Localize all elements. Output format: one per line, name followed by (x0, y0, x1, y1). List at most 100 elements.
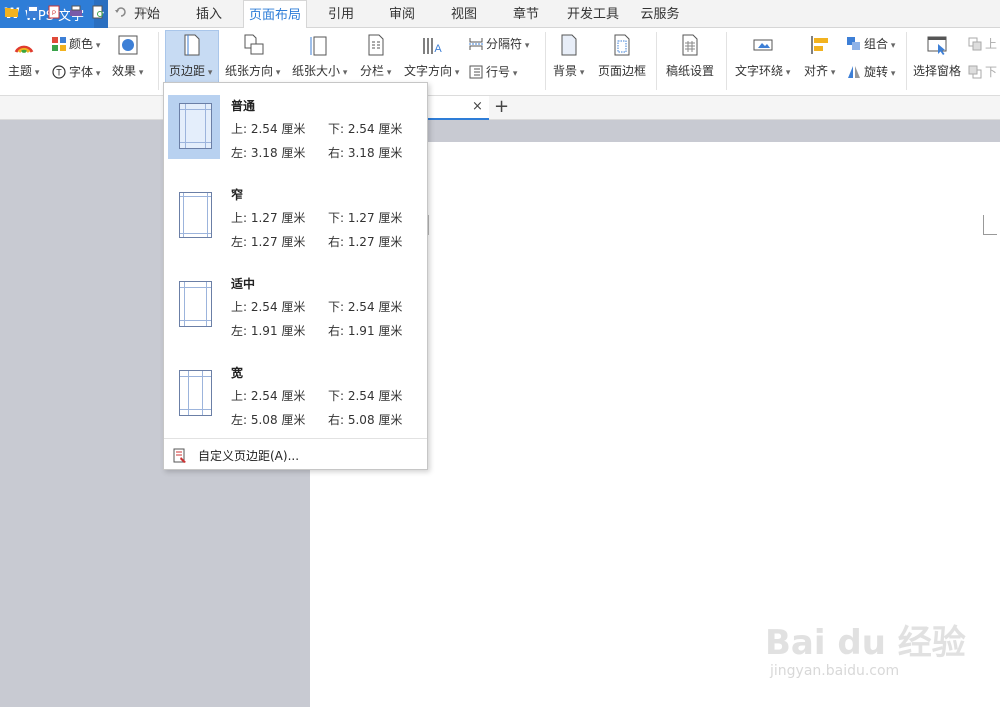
effect-button[interactable]: 效果 (112, 34, 143, 79)
orientation-icon (244, 34, 264, 55)
add-tab-icon[interactable]: + (494, 96, 509, 117)
print-icon[interactable] (69, 5, 83, 19)
text-direction-button[interactable]: A 文字方向 (404, 34, 459, 79)
ribbon-divider (656, 32, 657, 90)
page-border-button[interactable]: 页面边框 (598, 34, 646, 79)
margin-option-title: 适中 (231, 277, 256, 291)
svg-text:P: P (52, 11, 56, 17)
theme-button[interactable]: 主题 (8, 34, 39, 79)
group-icon (847, 36, 860, 50)
page-border-label: 页面边框 (598, 64, 647, 78)
margin-preview (168, 273, 220, 337)
tab-references[interactable]: 引用 (317, 0, 365, 28)
margin-right-value: 右: 1.91 厘米 (328, 324, 403, 338)
page-thumbnail-icon (179, 192, 212, 238)
background-label: 背景 (553, 62, 584, 79)
page-thumbnail-icon (179, 370, 212, 416)
margin-option-moderate[interactable]: 适中 上: 2.54 厘米 下: 2.54 厘米 左: 1.91 厘米 右: 1… (164, 261, 427, 349)
margins-dropdown-menu: 普通 上: 2.54 厘米 下: 2.54 厘米 左: 3.18 厘米 右: 3… (163, 82, 428, 470)
margins-icon (184, 34, 200, 56)
custom-margins-item[interactable]: 自定义页边距(A)... (172, 447, 299, 464)
margin-option-title: 窄 (231, 188, 244, 202)
ribbon-divider (726, 32, 727, 90)
margins-button[interactable]: 页边距 (169, 34, 212, 79)
effect-label: 效果 (112, 62, 143, 79)
orientation-button[interactable]: 纸张方向 (225, 34, 280, 79)
color-palette-icon (52, 36, 66, 51)
margin-right-value: 右: 3.18 厘米 (328, 146, 403, 160)
watermark-logo: Bai du 经验 (765, 623, 966, 663)
send-backward-icon (968, 65, 982, 78)
manuscript-button[interactable]: 稿纸设置 (666, 34, 714, 79)
margin-option-wide[interactable]: 宽 上: 2.54 厘米 下: 2.54 厘米 左: 5.08 厘米 右: 5.… (164, 350, 427, 438)
tab-sections[interactable]: 章节 (502, 0, 550, 28)
margin-preview (168, 184, 220, 248)
effect-icon (118, 35, 138, 55)
rotate-button[interactable]: 旋转 (847, 63, 895, 80)
page-border-icon (614, 34, 630, 56)
redo-icon[interactable] (137, 5, 151, 19)
margin-left-value: 左: 3.18 厘米 (231, 146, 306, 160)
print-preview-icon[interactable] (91, 5, 105, 19)
columns-button[interactable]: 分栏 (360, 34, 391, 79)
page-break-icon (469, 37, 483, 50)
margin-top-value: 上: 2.54 厘米 (231, 122, 306, 136)
manuscript-grid-icon (682, 34, 698, 56)
margin-top-value: 上: 2.54 厘米 (231, 389, 306, 403)
text-wrap-button[interactable]: 文字环绕 (735, 34, 790, 79)
margin-left-value: 左: 1.91 厘米 (231, 324, 306, 338)
breaks-button[interactable]: 分隔符 (469, 35, 529, 52)
text-wrap-icon (753, 39, 773, 51)
margin-option-title: 普通 (231, 99, 256, 113)
align-icon (810, 36, 828, 54)
margin-preview (168, 95, 220, 159)
margin-left-value: 左: 1.27 厘米 (231, 235, 306, 249)
tab-developer[interactable]: 开发工具 (562, 0, 624, 28)
tab-insert[interactable]: 插入 (184, 0, 234, 28)
ribbon-divider (545, 32, 546, 90)
svg-text:T: T (56, 67, 62, 77)
send-backward-button[interactable]: 下 (968, 63, 997, 80)
margin-option-title: 宽 (231, 366, 244, 380)
margin-right-value: 右: 1.27 厘米 (328, 235, 403, 249)
bring-forward-button[interactable]: 上 (968, 35, 997, 52)
color-label: 颜色 (69, 35, 100, 52)
background-icon (561, 34, 577, 56)
margins-label: 页边距 (169, 62, 212, 79)
color-button[interactable]: 颜色 (52, 35, 100, 52)
tab-page-layout[interactable]: 页面布局 (243, 0, 307, 29)
paper-size-button[interactable]: 纸张大小 (292, 34, 347, 79)
breaks-label: 分隔符 (486, 35, 529, 52)
text-direction-icon: A (422, 38, 442, 55)
open-folder-icon[interactable] (5, 5, 19, 19)
send-backward-label: 下 (985, 65, 998, 79)
columns-icon (368, 34, 384, 56)
line-numbers-button[interactable]: 行号 (469, 63, 517, 80)
export-pdf-icon[interactable]: P (47, 5, 61, 19)
close-icon[interactable]: × (472, 99, 483, 114)
selection-pane-button[interactable]: 选择窗格 (913, 34, 961, 79)
tab-review[interactable]: 审阅 (378, 0, 426, 28)
tab-cloud[interactable]: 云服务 (636, 0, 684, 28)
align-button[interactable]: 对齐 (804, 34, 835, 79)
bring-forward-icon (968, 37, 982, 50)
margin-bottom-value: 下: 2.54 厘米 (328, 122, 403, 136)
font-button[interactable]: T 字体 (52, 63, 100, 80)
margin-option-narrow[interactable]: 窄 上: 1.27 厘米 下: 1.27 厘米 左: 1.27 厘米 右: 1.… (164, 172, 427, 260)
rotate-icon (848, 65, 860, 78)
theme-icon (14, 45, 34, 54)
ribbon-divider (906, 32, 907, 90)
undo-icon[interactable] (114, 5, 128, 19)
line-numbers-label: 行号 (486, 63, 517, 80)
watermark-url: jingyan.baidu.com (770, 663, 900, 679)
selection-pane-label: 选择窗格 (913, 64, 962, 78)
group-button[interactable]: 组合 (847, 35, 895, 52)
svg-text:A: A (434, 43, 442, 55)
margin-option-normal[interactable]: 普通 上: 2.54 厘米 下: 2.54 厘米 左: 3.18 厘米 右: 3… (164, 83, 427, 171)
margin-bottom-value: 下: 1.27 厘米 (328, 211, 403, 225)
save-icon[interactable] (26, 5, 40, 19)
background-button[interactable]: 背景 (553, 34, 584, 79)
tab-view[interactable]: 视图 (440, 0, 488, 28)
menu-divider (164, 438, 427, 439)
line-numbers-icon (469, 65, 483, 78)
